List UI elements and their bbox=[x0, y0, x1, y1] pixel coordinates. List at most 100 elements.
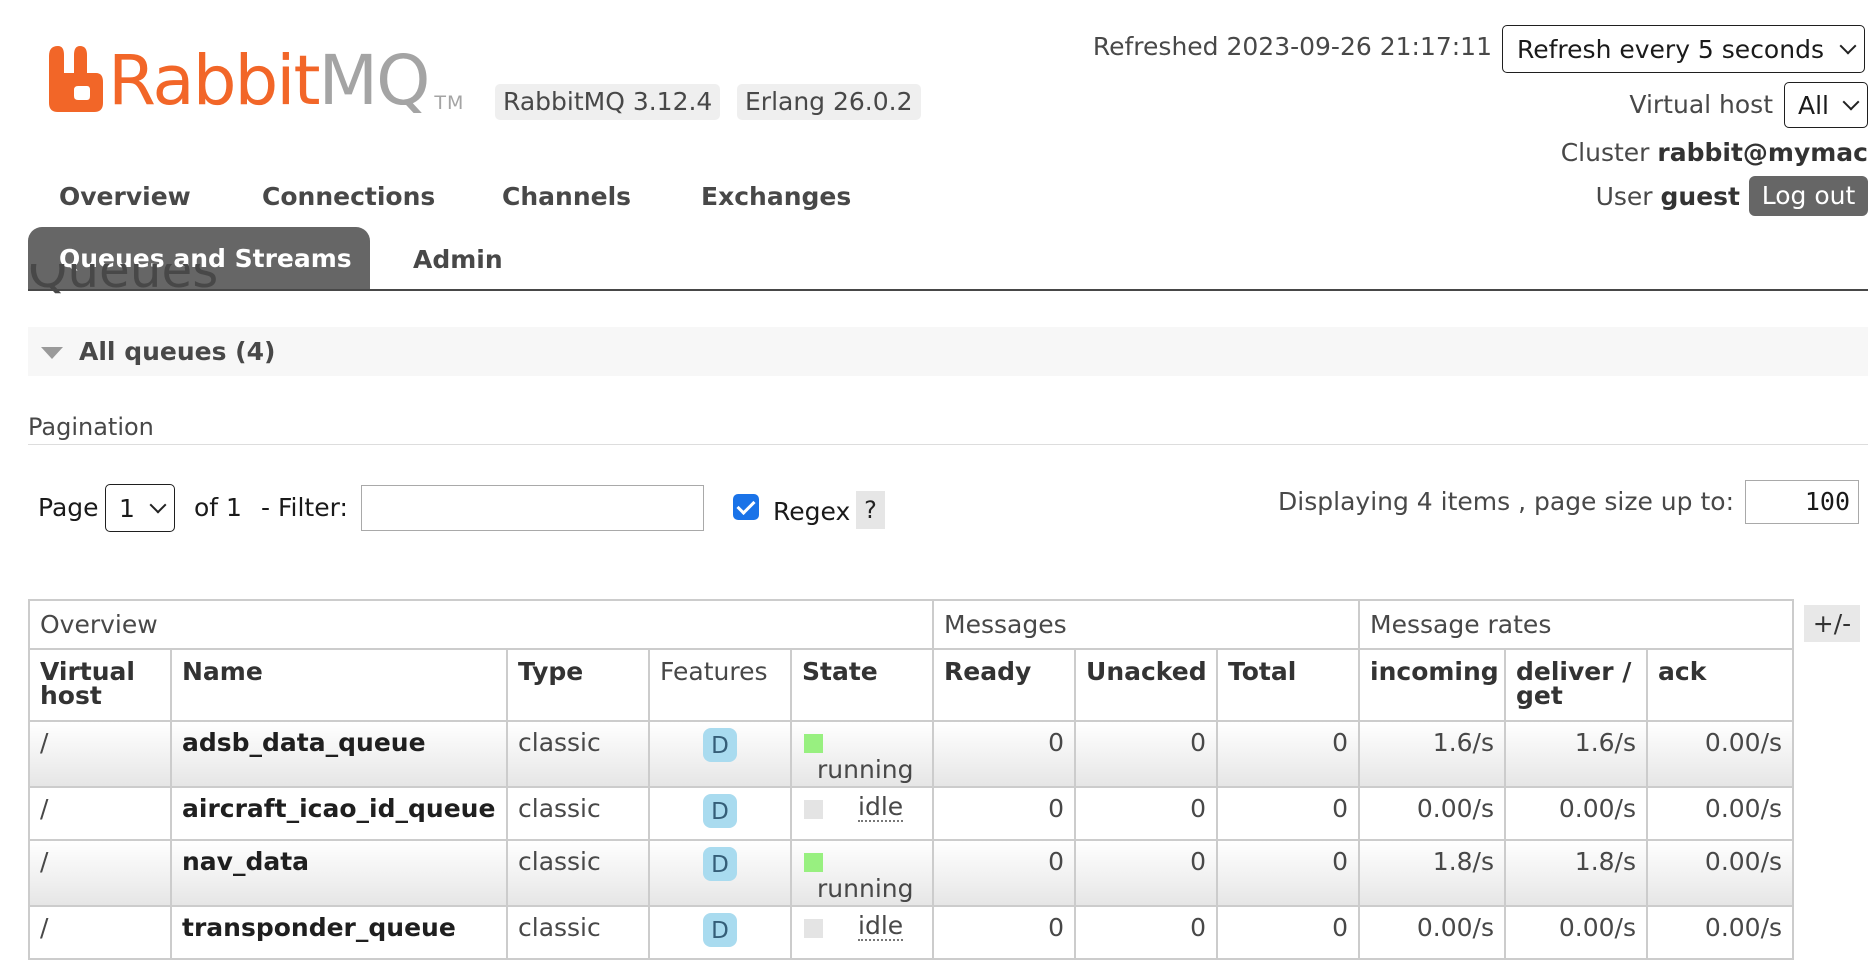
table-row: / adsb_data_queue classic D running 0 0 … bbox=[28, 720, 1795, 788]
virtual-host-select[interactable]: All bbox=[1784, 82, 1868, 128]
page-count-label: of 1 bbox=[194, 493, 242, 522]
filter-input[interactable] bbox=[361, 485, 704, 531]
logo-mq-text: MQ bbox=[318, 41, 431, 121]
page-number-select[interactable]: 1 bbox=[105, 484, 175, 532]
cell-vhost: / bbox=[28, 720, 172, 788]
column-header-row: Virtual host Name Type Features State Re… bbox=[28, 648, 1795, 722]
group-overview: Overview bbox=[27, 599, 935, 650]
page-label: Page bbox=[38, 493, 99, 522]
cell-unacked: 0 bbox=[1074, 839, 1219, 907]
cell-features: D bbox=[648, 786, 792, 841]
user-name: guest bbox=[1660, 182, 1740, 211]
all-queues-heading: All queues (4) bbox=[79, 337, 276, 366]
col-incoming[interactable]: incoming bbox=[1358, 648, 1507, 722]
cell-ready: 0 bbox=[932, 720, 1077, 788]
tab-channels[interactable]: Channels bbox=[502, 182, 631, 211]
cluster-label: Cluster bbox=[1560, 138, 1650, 167]
erlang-version-badge: Erlang 26.0.2 bbox=[737, 84, 921, 120]
queue-name-link[interactable]: nav_data bbox=[170, 839, 508, 907]
cell-ready: 0 bbox=[932, 839, 1077, 907]
cluster-name: rabbit@mymac bbox=[1657, 138, 1868, 167]
tab-connections[interactable]: Connections bbox=[262, 182, 435, 211]
queue-name-link[interactable]: adsb_data_queue bbox=[170, 720, 508, 788]
cell-vhost: / bbox=[28, 786, 172, 841]
pagination-label: Pagination bbox=[28, 413, 154, 441]
col-ack[interactable]: ack bbox=[1646, 648, 1795, 722]
regex-checkbox[interactable] bbox=[733, 494, 759, 520]
rabbitmq-version-badge: RabbitMQ 3.12.4 bbox=[495, 84, 721, 120]
logo-trademark: TM bbox=[434, 92, 465, 114]
col-unacked[interactable]: Unacked bbox=[1074, 648, 1219, 722]
table-row: / nav_data classic D running 0 0 0 1.8/s… bbox=[28, 839, 1795, 907]
durable-feature-badge: D bbox=[703, 913, 737, 947]
tab-overview[interactable]: Overview bbox=[59, 182, 191, 211]
col-type[interactable]: Type bbox=[506, 648, 650, 722]
cell-type: classic bbox=[506, 905, 650, 960]
table-row: / aircraft_icao_id_queue classic D idle … bbox=[28, 786, 1795, 841]
col-deliver-get[interactable]: deliver / get bbox=[1504, 648, 1649, 722]
cell-deliver-get: 1.6/s bbox=[1504, 720, 1649, 788]
cell-vhost: / bbox=[28, 905, 172, 960]
state-running-indicator-icon bbox=[804, 734, 823, 753]
cell-state: running bbox=[789, 839, 935, 907]
state-text: idle bbox=[858, 911, 904, 941]
rabbit-logo-icon bbox=[49, 46, 103, 112]
cell-ack: 0.00/s bbox=[1646, 905, 1795, 960]
refresh-interval-select[interactable]: Refresh every 5 seconds bbox=[1502, 25, 1865, 73]
regex-label: Regex bbox=[773, 497, 851, 526]
col-total[interactable]: Total bbox=[1216, 648, 1361, 722]
group-messages: Messages bbox=[932, 599, 1361, 650]
cell-state: idle bbox=[789, 786, 935, 841]
rabbitmq-logo[interactable]: RabbitMQ TM bbox=[49, 46, 464, 116]
tab-exchanges[interactable]: Exchanges bbox=[701, 182, 851, 211]
page-size-input[interactable]: 100 bbox=[1745, 480, 1859, 524]
cell-features: D bbox=[648, 720, 792, 788]
state-running-indicator-icon bbox=[804, 853, 823, 872]
queues-table: Overview Messages Message rates Virtual … bbox=[27, 599, 1795, 960]
col-virtual-host[interactable]: Virtual host bbox=[28, 648, 172, 722]
virtual-host-label: Virtual host bbox=[1629, 90, 1773, 119]
chevron-down-icon bbox=[1842, 93, 1860, 111]
state-text: running bbox=[817, 755, 914, 784]
durable-feature-badge: D bbox=[703, 794, 737, 828]
col-name[interactable]: Name bbox=[170, 648, 508, 722]
cell-total: 0 bbox=[1216, 839, 1361, 907]
durable-feature-badge: D bbox=[703, 728, 737, 762]
cell-ready: 0 bbox=[932, 905, 1077, 960]
cell-unacked: 0 bbox=[1074, 905, 1219, 960]
logo-rabbit-text: Rabbit bbox=[108, 41, 321, 121]
col-ready[interactable]: Ready bbox=[932, 648, 1077, 722]
logo-wordmark: RabbitMQ bbox=[108, 46, 430, 116]
nav-divider bbox=[28, 289, 1868, 291]
cell-features: D bbox=[648, 839, 792, 907]
column-group-row: Overview Messages Message rates bbox=[27, 599, 1795, 650]
tab-admin[interactable]: Admin bbox=[413, 245, 503, 274]
cell-state: idle bbox=[789, 905, 935, 960]
queue-name-link[interactable]: aircraft_icao_id_queue bbox=[170, 786, 508, 841]
cell-unacked: 0 bbox=[1074, 786, 1219, 841]
durable-feature-badge: D bbox=[703, 847, 737, 881]
chevron-down-icon bbox=[149, 496, 167, 514]
collapse-triangle-icon bbox=[41, 347, 63, 359]
all-queues-section-toggle[interactable]: All queues (4) bbox=[28, 327, 1868, 376]
user-label: User bbox=[1595, 182, 1653, 211]
cell-features: D bbox=[648, 905, 792, 960]
cell-ready: 0 bbox=[932, 786, 1077, 841]
pagination-divider bbox=[28, 444, 1868, 445]
col-state[interactable]: State bbox=[789, 648, 935, 722]
cell-vhost: / bbox=[28, 839, 172, 907]
state-idle-indicator-icon bbox=[804, 919, 823, 938]
cell-deliver-get: 0.00/s bbox=[1504, 786, 1649, 841]
regex-help-button[interactable]: ? bbox=[856, 491, 885, 529]
cell-unacked: 0 bbox=[1074, 720, 1219, 788]
cell-deliver-get: 1.8/s bbox=[1504, 839, 1649, 907]
display-count-info: Displaying 4 items , page size up to: bbox=[1278, 487, 1734, 516]
cell-ack: 0.00/s bbox=[1646, 839, 1795, 907]
toggle-columns-button[interactable]: +/- bbox=[1804, 605, 1860, 642]
cell-type: classic bbox=[506, 720, 650, 788]
cell-total: 0 bbox=[1216, 905, 1361, 960]
queue-name-link[interactable]: transponder_queue bbox=[170, 905, 508, 960]
logout-button[interactable]: Log out bbox=[1749, 176, 1868, 216]
refreshed-timestamp: Refreshed 2023-09-26 21:17:11 bbox=[1092, 32, 1492, 61]
cluster-info: Cluster rabbit@mymac bbox=[1561, 138, 1868, 167]
